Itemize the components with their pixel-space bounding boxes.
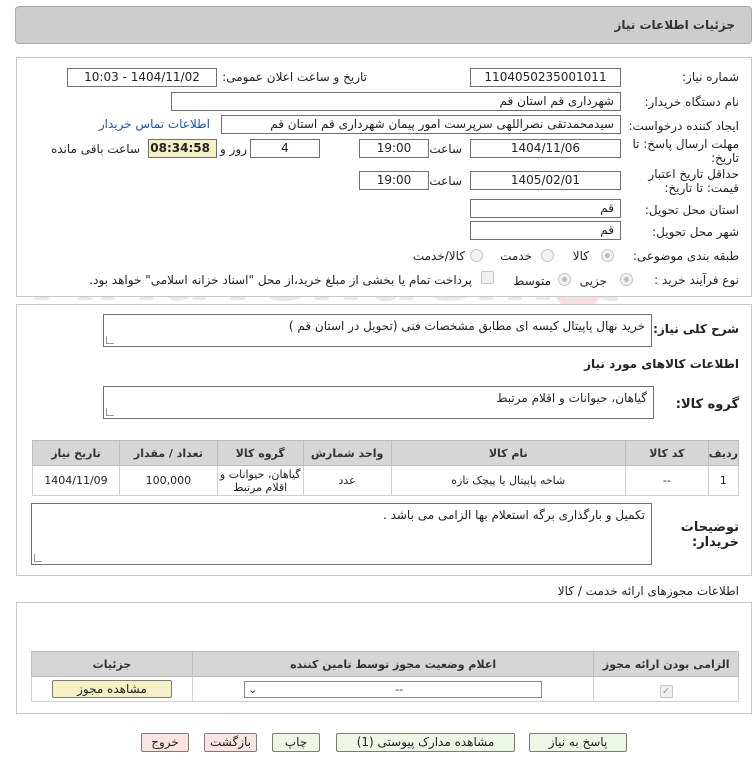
validity-label-2: قیمت: تا تاریخ: [664, 181, 739, 195]
cell-row: 1 [707, 465, 740, 496]
process-radio-medium[interactable] [558, 273, 571, 286]
city-label: شهر محل تحویل: [652, 225, 739, 239]
print-button[interactable]: چاپ [272, 733, 320, 752]
permit-status-value: -- [395, 682, 404, 696]
category-radio-goods-service[interactable] [470, 249, 483, 262]
validity-label: حداقل تاریخ اعتبار [648, 167, 739, 181]
summary-field: خرید نهال پاپیتال کیسه ای مطابق مشخصات ف… [103, 314, 652, 347]
summary-label: شرح کلی نیاز: [653, 322, 739, 336]
cell-permit-required: ✓ [593, 676, 739, 702]
goods-table-header: ردیف کد کالا نام کالا واحد شمارش گروه کا… [32, 440, 740, 466]
buyer-notes-label-2: خریدار: [692, 535, 739, 550]
cell-permit-status: -- ⌄ [191, 676, 595, 702]
deadline-time-label: ساعت [429, 142, 462, 156]
col-name: نام کالا [390, 440, 626, 466]
treasury-checkbox[interactable] [481, 271, 494, 284]
col-quantity: تعداد / مقدار [118, 440, 218, 466]
category-option-service: خدمت [500, 249, 532, 263]
cell-code: -- [624, 465, 709, 496]
chevron-down-icon: ⌄ [248, 682, 258, 696]
days-remaining-field: 4 [250, 139, 320, 158]
permits-section-title: اطلاعات مجوزهای ارائه خدمت / کالا [557, 584, 739, 598]
col-row: ردیف [707, 440, 740, 466]
deadline-label: مهلت ارسال پاسخ: تا [632, 137, 739, 151]
validity-time-label: ساعت [429, 174, 462, 188]
col-group: گروه کالا [216, 440, 304, 466]
resize-grip-icon[interactable] [106, 408, 114, 416]
validity-date-field: 1405/02/01 [470, 171, 621, 190]
permits-table-header: الزامی بودن ارائه مجوز اعلام وضعیت مجوز … [31, 651, 739, 677]
process-option-medium: متوسط [513, 274, 551, 288]
cell-group: گیاهان، حیوانات و اقلام مرتبط [216, 465, 304, 496]
resize-grip-icon[interactable] [106, 336, 114, 344]
back-button[interactable]: بازگشت [204, 733, 257, 752]
col-permit-status: اعلام وضعیت مجوز توسط تامین کننده [191, 651, 595, 677]
goods-group-field: گیاهان، حیوانات و اقلام مرتبط [103, 386, 654, 419]
goods-group-text: گیاهان، حیوانات و اقلام مرتبط [496, 391, 647, 405]
col-permit-details: جزئیات [31, 651, 193, 677]
province-label: استان محل تحویل: [644, 203, 739, 217]
requester-field: سیدمحمدتقی نصراللهی سرپرست امور پیمان شه… [221, 115, 621, 134]
need-number-field: 1104050235001011 [470, 68, 621, 87]
table-row: ✓ -- ⌄ مشاهده مجوز [31, 676, 739, 702]
permits-table: الزامی بودن ارائه مجوز اعلام وضعیت مجوز … [31, 651, 739, 702]
table-row[interactable]: 1 -- شاخه پاپیتال یا پیچک تازه عدد گیاها… [32, 465, 740, 496]
city-field: قم [470, 221, 621, 240]
time-remaining-field: 08:34:58 [148, 139, 217, 158]
cell-quantity: 100,000 [118, 465, 218, 496]
category-option-goods-service: کالا/خدمت [412, 249, 465, 263]
buyer-notes-label: توضیحات [680, 520, 739, 535]
category-radio-goods[interactable] [601, 249, 614, 262]
buyer-contact-link[interactable]: اطلاعات تماس خریدار [99, 117, 210, 131]
cell-date: 1404/11/09 [32, 465, 120, 496]
process-label: نوع فرآیند خرید : [654, 273, 739, 287]
exit-button[interactable]: خروج [141, 733, 189, 752]
announce-label: تاریخ و ساعت اعلان عمومی: [222, 70, 367, 84]
category-option-goods: کالا [572, 249, 589, 263]
process-option-minor: جزیی [579, 274, 607, 288]
col-code: کد کالا [624, 440, 709, 466]
announce-field: 1404/11/02 - 10:03 [67, 68, 217, 87]
col-unit: واحد شمارش [302, 440, 392, 466]
buyer-org-field: شهرداری قم استان قم [171, 92, 621, 111]
process-radio-minor[interactable] [620, 273, 633, 286]
view-permit-button[interactable]: مشاهده مجوز [51, 680, 172, 698]
col-date: تاریخ نیاز [32, 440, 120, 466]
col-permit-required: الزامی بودن ارائه مجوز [593, 651, 739, 677]
permit-required-checkbox[interactable]: ✓ [659, 685, 673, 698]
deadline-label-2: تاریخ: [711, 151, 739, 165]
buyer-notes-text: تکمیل و بارگذاری برگه استعلام بها الزامی… [382, 508, 645, 522]
buyer-org-label: نام دستگاه خریدار: [644, 95, 740, 109]
time-remaining-label: ساعت باقی مانده [50, 142, 140, 156]
validity-time-field: 19:00 [359, 171, 429, 190]
permit-status-select[interactable]: -- ⌄ [244, 680, 543, 698]
goods-table: ردیف کد کالا نام کالا واحد شمارش گروه کا… [32, 440, 740, 496]
treasury-note: پرداخت تمام یا بخشی از مبلغ خرید،از محل … [89, 273, 472, 287]
page-title: جزئیات اطلاعات نیاز [614, 18, 735, 32]
cell-permit-details: مشاهده مجوز [31, 676, 193, 702]
deadline-time-field: 19:00 [359, 139, 429, 158]
category-radio-service[interactable] [541, 249, 554, 262]
goods-group-label: گروه کالا: [675, 397, 739, 412]
goods-section-title: اطلاعات کالاهای مورد نیاز [584, 357, 739, 371]
reply-button[interactable]: پاسخ به نیاز [529, 733, 627, 752]
category-label: طبقه بندی موضوعی: [632, 249, 739, 263]
deadline-date-field: 1404/11/06 [470, 139, 621, 158]
province-field: قم [470, 199, 621, 218]
need-number-label: شماره نیاز: [682, 70, 739, 84]
attachments-button[interactable]: مشاهده مدارک پیوستی (1) [336, 733, 515, 752]
cell-unit: عدد [302, 465, 392, 496]
days-label: روز و [220, 142, 247, 156]
buyer-notes-field: تکمیل و بارگذاری برگه استعلام بها الزامی… [31, 503, 652, 565]
resize-grip-icon[interactable] [34, 554, 42, 562]
cell-name: شاخه پاپیتال یا پیچک تازه [390, 465, 626, 496]
page-header: جزئیات اطلاعات نیاز [15, 6, 752, 44]
requester-label: ایجاد کننده درخواست: [628, 119, 739, 133]
summary-text: خرید نهال پاپیتال کیسه ای مطابق مشخصات ف… [288, 319, 645, 333]
